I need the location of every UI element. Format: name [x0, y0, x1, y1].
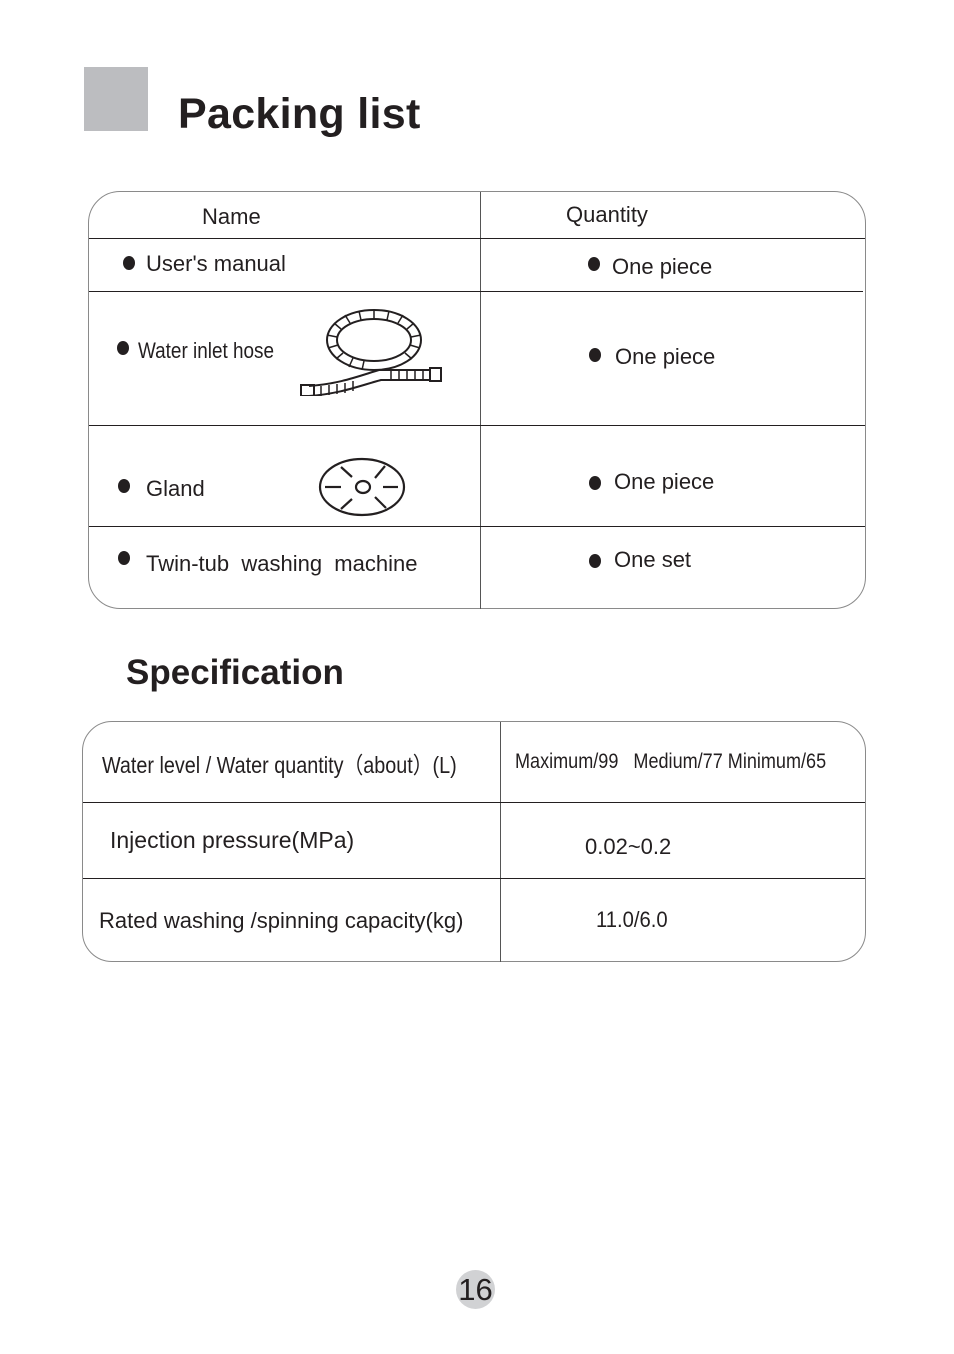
bullet-icon: [118, 479, 130, 493]
section-marker-square: [84, 67, 148, 131]
item-quantity: One piece: [612, 254, 713, 279]
item-quantity: One piece: [615, 344, 716, 369]
spec-value: Maximum/99 Medium/77 Minimum/65: [515, 750, 827, 773]
item-quantity: One set: [614, 547, 692, 572]
row-divider: [89, 291, 863, 292]
item-quantity: One piece: [614, 469, 715, 494]
bullet-icon: [123, 256, 135, 270]
spec-label: Injection pressure(MPa): [110, 827, 355, 853]
specification-title: Specification: [126, 653, 344, 692]
header-quantity: Quantity: [566, 202, 648, 227]
spec-value: 11.0/6.0: [596, 907, 668, 932]
bullet-icon: [588, 257, 600, 271]
item-name: Twin-tub washing machine: [146, 551, 418, 576]
item-name: User's manual: [146, 251, 286, 276]
bullet-icon: [589, 348, 601, 362]
packing-list-table: Name Quantity User's manual One piece Wa…: [88, 191, 866, 609]
bullet-icon: [589, 554, 601, 568]
bullet-icon: [589, 476, 601, 490]
column-divider: [480, 192, 481, 609]
row-divider: [89, 526, 865, 527]
bullet-icon: [118, 551, 130, 565]
row-divider: [89, 238, 865, 239]
column-divider: [500, 722, 501, 962]
row-divider: [83, 802, 865, 803]
gland-icon: [318, 457, 406, 517]
bullet-icon: [117, 341, 129, 355]
row-divider: [83, 878, 865, 879]
packing-list-title: Packing list: [178, 90, 421, 138]
spec-label: Rated washing /spinning capacity(kg): [99, 908, 464, 933]
row-divider: [89, 425, 865, 426]
spec-value: 0.02~0.2: [585, 834, 672, 859]
hose-icon: [300, 309, 442, 396]
header-name: Name: [202, 204, 261, 229]
spec-label: Water level / Water quantity（about）(L): [102, 752, 457, 778]
item-name: Gland: [146, 476, 205, 501]
page-number-badge: 16: [456, 1270, 495, 1309]
item-name: Water inlet hose: [138, 338, 275, 363]
specification-table: Water level / Water quantity（about）(L) M…: [82, 721, 866, 962]
